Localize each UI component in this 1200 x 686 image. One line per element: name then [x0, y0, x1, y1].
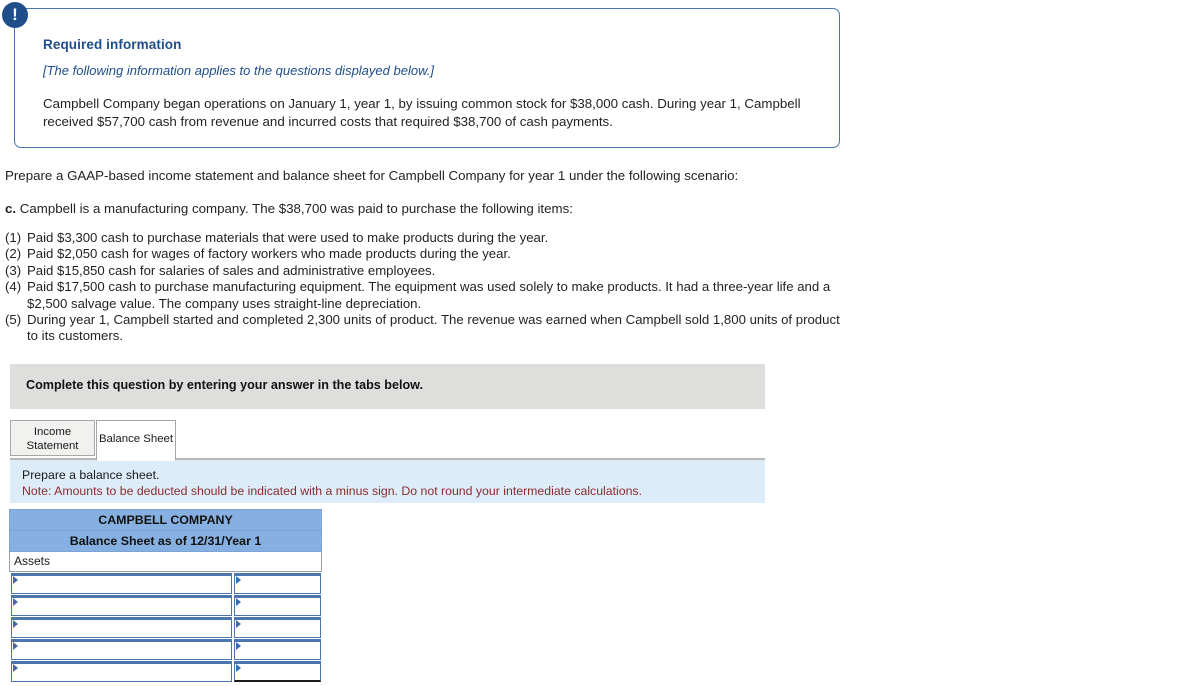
- statement-title-header: Balance Sheet as of 12/31/Year 1: [9, 530, 322, 552]
- minus-sign-note-text: Note: Amounts to be deducted should be i…: [22, 484, 642, 498]
- account-amount-value: [242, 577, 317, 592]
- table-row: [9, 660, 322, 682]
- account-amount-input-1[interactable]: [233, 573, 321, 594]
- part-c-text: Campbell is a manufacturing company. The…: [19, 201, 573, 216]
- list-item: (4) Paid $17,500 cash to purchase manufac…: [5, 279, 850, 312]
- list-item-text: Paid $17,500 cash to purchase manufactur…: [27, 279, 831, 311]
- account-label-cell[interactable]: [9, 571, 233, 594]
- account-amount-value: [242, 621, 317, 636]
- table-row: [9, 638, 322, 660]
- prompt-part-c: c. Campbell is a manufacturing company. …: [5, 201, 573, 216]
- account-label-value: [19, 665, 228, 680]
- answer-tabs: Income Statement Balance Sheet: [10, 418, 765, 461]
- list-item-number: (2): [5, 246, 22, 262]
- prompt-intro-text: Prepare a GAAP-based income statement an…: [5, 168, 739, 183]
- list-item: (1) Paid $3,300 cash to purchase material…: [5, 230, 850, 246]
- account-amount-cell[interactable]: [232, 594, 322, 616]
- account-label-input-1[interactable]: [10, 573, 232, 594]
- caret-icon: [235, 664, 241, 672]
- account-label-value: [19, 599, 228, 614]
- complete-question-banner: Complete this question by entering your …: [10, 364, 765, 409]
- caret-icon: [12, 598, 18, 606]
- table-row: [9, 571, 322, 594]
- account-amount-cell[interactable]: [232, 638, 322, 660]
- caret-icon: [235, 642, 241, 650]
- caret-icon: [12, 620, 18, 628]
- account-label-cell[interactable]: [9, 638, 233, 660]
- account-amount-cell[interactable]: [232, 616, 322, 638]
- list-item: (3) Paid $15,850 cash for salaries of sal…: [5, 263, 850, 279]
- list-item-number: (4): [5, 279, 22, 295]
- caret-icon: [235, 576, 241, 584]
- table-header-row: Balance Sheet as of 12/31/Year 1: [9, 530, 322, 552]
- table-section-row: Assets: [9, 551, 322, 572]
- balance-sheet-worksheet: CAMPBELL COMPANY Balance Sheet as of 12/…: [9, 509, 322, 682]
- account-amount-input-3[interactable]: [233, 617, 321, 638]
- purchased-items-list: (1) Paid $3,300 cash to purchase material…: [5, 230, 850, 345]
- table-row: [9, 616, 322, 638]
- list-item-text: Paid $2,050 cash for wages of factory wo…: [27, 246, 511, 262]
- list-item: (2) Paid $2,050 cash for wages of factory…: [5, 246, 850, 262]
- part-letter-label: c.: [5, 201, 17, 216]
- account-label-input-4[interactable]: [10, 639, 232, 660]
- caret-icon: [235, 620, 241, 628]
- account-label-input-3[interactable]: [10, 617, 232, 638]
- table-row: [9, 594, 322, 616]
- list-item-text: Paid $3,300 cash to purchase materials t…: [27, 230, 549, 245]
- account-amount-input-2[interactable]: [233, 595, 321, 616]
- list-item-text: Paid $15,850 cash for salaries of sales …: [27, 262, 436, 278]
- required-information-heading: Required information: [43, 37, 182, 52]
- account-label-cell[interactable]: [9, 660, 233, 682]
- account-label-input-2[interactable]: [10, 595, 232, 616]
- list-item-text: During year 1, Campbell started and comp…: [27, 312, 840, 344]
- account-amount-cell[interactable]: [232, 660, 322, 682]
- caret-icon: [235, 598, 241, 606]
- exclamation-glyph: !: [12, 4, 18, 24]
- scenario-background-text: Campbell Company began operations on Jan…: [43, 96, 801, 129]
- account-amount-value: [242, 599, 317, 614]
- prepare-balance-sheet-text: Prepare a balance sheet.: [22, 468, 160, 482]
- account-label-value: [19, 577, 228, 592]
- list-item-number: (5): [5, 312, 22, 328]
- account-amount-input-5[interactable]: [233, 661, 321, 682]
- list-item-number: (1): [5, 230, 22, 245]
- caret-icon: [12, 664, 18, 672]
- tab-income-statement[interactable]: Income Statement: [10, 420, 95, 456]
- applies-to-questions-note: [The following information applies to th…: [43, 63, 434, 78]
- account-label-input-5[interactable]: [10, 661, 232, 682]
- account-label-value: [19, 643, 228, 658]
- tab-balance-sheet[interactable]: Balance Sheet: [96, 420, 176, 461]
- account-label-cell[interactable]: [9, 594, 233, 616]
- exclamation-circle-icon: !: [2, 2, 28, 28]
- list-item-number: (3): [5, 262, 22, 278]
- caret-icon: [12, 642, 18, 650]
- complete-question-text: Complete this question by entering your …: [26, 378, 423, 392]
- assets-section-label: Assets: [9, 551, 322, 572]
- account-amount-value: [242, 665, 317, 679]
- account-label-value: [19, 621, 228, 636]
- account-label-cell[interactable]: [9, 616, 233, 638]
- required-information-panel: Required information [The following info…: [14, 8, 840, 148]
- company-name-header: CAMPBELL COMPANY: [9, 509, 322, 531]
- account-amount-input-4[interactable]: [233, 639, 321, 660]
- account-amount-value: [242, 643, 317, 658]
- list-item: (5) During year 1, Campbell started and c…: [5, 312, 850, 345]
- account-amount-cell[interactable]: [232, 571, 322, 594]
- caret-icon: [12, 576, 18, 584]
- table-header-row: CAMPBELL COMPANY: [9, 509, 322, 531]
- balance-sheet-instructions: Prepare a balance sheet. Note: Amounts t…: [10, 460, 765, 503]
